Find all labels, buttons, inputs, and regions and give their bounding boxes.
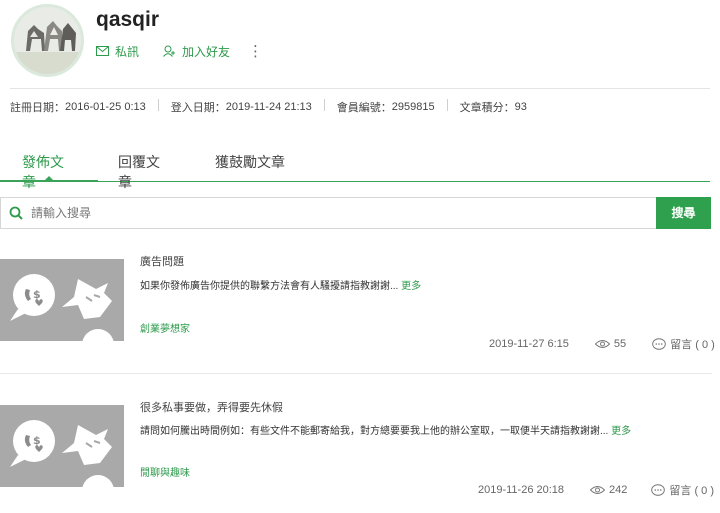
eye-icon: [594, 340, 610, 348]
add-friend-label: 加入好友: [182, 44, 231, 59]
stat-member-no: 會員編號： 2959815: [337, 99, 435, 115]
excerpt-text: 請問如何騰出時間例如：有些文件不能郵寄給我，對方總要要我上他的辦公室取，一取便半…: [140, 426, 609, 437]
excerpt-text: 如果你發佈廣告你提供的聯繫方法會有人騷擾請指教謝謝...: [140, 281, 399, 292]
post-category[interactable]: 閒聊與趣味: [140, 464, 190, 479]
comment-icon: [652, 338, 666, 350]
post-excerpt: 請問如何騰出時間例如：有些文件不能郵寄給我，對方總要要我上他的辦公室取，一取便半…: [140, 422, 631, 437]
tab-replied-articles[interactable]: 回覆文章: [96, 145, 193, 190]
stat-value: 2016-01-25 0:13: [65, 101, 146, 113]
post-title[interactable]: 很多私事要做，弄得要先休假: [140, 399, 283, 415]
view-count: 242: [590, 484, 627, 496]
profile-actions: 私訊 加入好友 ⋮: [96, 42, 263, 60]
message-button[interactable]: 私訊: [96, 43, 139, 60]
stat-label: 註冊日期：: [10, 102, 65, 114]
divider: [157, 99, 159, 111]
view-count-value: 55: [613, 338, 627, 350]
stat-label: 文章積分：: [459, 102, 515, 114]
eye-icon: [590, 486, 606, 494]
stat-value: 2959815: [391, 101, 435, 113]
mail-icon: [96, 46, 109, 56]
svg-text:$: $: [33, 288, 41, 301]
stat-points: 文章積分： 93: [460, 99, 527, 115]
comment-count-label: 留言 ( 0 ): [669, 485, 715, 497]
post-date: 2019-11-26 20:18: [478, 484, 565, 496]
tab-encouraged-articles[interactable]: 獲鼓勵文章: [193, 145, 307, 181]
search-button[interactable]: 搜尋: [656, 196, 711, 229]
search-icon: [9, 206, 23, 220]
search-input[interactable]: [31, 206, 656, 220]
post-excerpt: 如果你發佈廣告你提供的聯繫方法會有人騷擾請指教謝謝... 更多: [140, 277, 421, 292]
more-link[interactable]: 更多: [401, 281, 421, 292]
view-count-value: 242: [609, 484, 628, 496]
avatar[interactable]: [11, 4, 84, 77]
more-options-icon[interactable]: ⋮: [248, 42, 263, 60]
profile-header: qasqir 私訊 加入好友 ⋮: [0, 0, 720, 90]
post-thumbnail[interactable]: $: [0, 259, 124, 341]
post-thumbnail[interactable]: $: [0, 405, 124, 487]
comment-count[interactable]: 留言 ( 0 ): [651, 482, 714, 498]
post-title[interactable]: 廣告問題: [140, 253, 184, 269]
more-link[interactable]: 更多: [611, 426, 631, 437]
divider: [10, 88, 710, 89]
comment-count[interactable]: 留言 ( 0 ): [652, 336, 715, 352]
message-label: 私訊: [115, 44, 140, 59]
divider: [446, 99, 448, 111]
comment-count-label: 留言 ( 0 ): [670, 339, 715, 351]
username: qasqir: [96, 8, 160, 31]
stat-label: 登入日期：: [170, 102, 226, 114]
member-stats: 註冊日期： 2016-01-25 0:13 登入日期： 2019-11-24 2…: [10, 99, 527, 115]
comment-icon: [651, 484, 666, 496]
stat-registered: 註冊日期： 2016-01-25 0:13: [10, 99, 146, 115]
divider: [323, 99, 325, 111]
tab-bar: 發佈文章 回覆文章 獲鼓勵文章: [0, 145, 710, 190]
post-meta: 2019-11-26 20:18 242 留言 ( 0 ): [478, 482, 714, 498]
stat-value: 93: [514, 101, 527, 113]
divider: [0, 373, 712, 374]
view-count: 55: [594, 338, 627, 350]
post-category[interactable]: 創業夢想家: [140, 320, 190, 335]
post-date: 2019-11-27 6:15: [489, 338, 569, 350]
add-friend-button[interactable]: 加入好友: [163, 43, 230, 60]
add-user-icon: [163, 45, 176, 57]
stat-login: 登入日期： 2019-11-24 21:13: [171, 99, 312, 115]
stat-value: 2019-11-24 21:13: [225, 101, 312, 113]
search-bar: 搜尋: [0, 196, 711, 229]
tab-posted-articles[interactable]: 發佈文章: [0, 145, 98, 190]
svg-text:$: $: [33, 434, 41, 447]
stat-label: 會員編號：: [336, 102, 392, 114]
post-meta: 2019-11-27 6:15 55 留言 ( 0 ): [489, 336, 715, 352]
